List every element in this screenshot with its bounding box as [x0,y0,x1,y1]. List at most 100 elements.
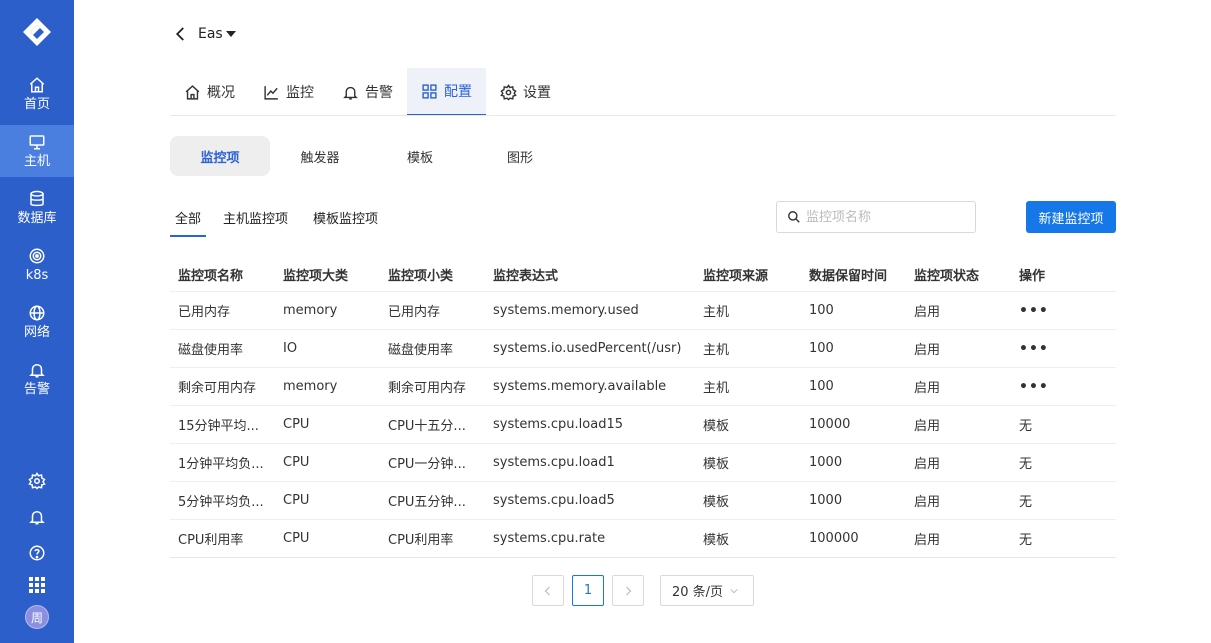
filter-host-items[interactable]: 主机监控项 [223,208,288,235]
bell-icon [29,510,45,525]
more-actions-button[interactable]: ••• [1019,330,1109,367]
filter-all[interactable]: 全部 [170,208,207,237]
item-actions-cell: 无 [1019,533,1033,548]
table-row[interactable]: 已用内存 memory 已用内存 systems.memory.used 主机 100 启用… [170,292,1116,330]
prev-page-button[interactable] [532,575,564,606]
sidebar-item-network[interactable]: 网络 [0,296,74,348]
tab-bar: 概况 监控 告警 配置 设置 [170,68,565,116]
more-actions-button[interactable]: ••• [1019,368,1109,405]
settings-button[interactable] [26,470,48,492]
item-category-cell: CPU [283,531,310,546]
monitor-icon [29,135,45,150]
tab-alerts[interactable]: 告警 [328,68,407,116]
tab-monitor[interactable]: 监控 [249,68,328,116]
item-expression-cell: systems.io.usedPercent(/usr) [493,341,682,356]
search-icon [788,211,800,223]
item-subcategory-cell: 磁盘使用率 [388,343,454,358]
item-subcategory-cell: CPU五分钟... [388,495,466,510]
tab-overview[interactable]: 概况 [170,68,249,116]
item-name-cell: 5分钟平均负... [178,495,264,510]
host-selector[interactable]: Eas [198,26,236,42]
filter-template-items[interactable]: 模板监控项 [313,208,378,235]
notifications-button[interactable] [26,506,48,528]
item-subcategory-cell: 剩余可用内存 [388,381,467,396]
sidebar: 首页 主机 数据库 k8s 网络 告警 周 [0,0,74,643]
item-category-cell: memory [283,303,338,318]
sidebar-item-label: 首页 [23,97,50,112]
apps-button[interactable] [26,574,48,596]
item-subcategory-cell: CPU一分钟... [388,457,466,472]
segment-graphs[interactable]: 图形 [470,136,570,176]
tab-label: 监控 [286,85,314,101]
item-retention-cell: 10000 [809,417,851,432]
page-size-value: 20 条/页 [672,585,724,600]
table-row[interactable]: CPU利用率 CPU CPU利用率 systems.cpu.rate 模板 100000 启… [170,520,1116,558]
item-category-cell: CPU [283,493,310,508]
segment-monitor-items[interactable]: 监控项 [170,136,270,176]
table-row[interactable]: 剩余可用内存 memory 剩余可用内存 systems.memory.availab… [170,368,1116,406]
sidebar-item-alerts[interactable]: 告警 [0,353,74,405]
avatar[interactable]: 周 [25,605,49,629]
column-header: 监控项状态 [914,269,980,284]
more-actions-button[interactable]: ••• [1019,292,1109,329]
tab-settings[interactable]: 设置 [486,68,565,116]
sidebar-item-home[interactable]: 首页 [0,68,74,120]
bell-icon [29,363,45,378]
tab-label: 设置 [523,85,551,101]
new-monitor-item-button[interactable]: 新建监控项 [1026,201,1116,233]
item-name-cell: 1分钟平均负... [178,457,264,472]
item-subcategory-cell: 已用内存 [388,305,441,320]
item-category-cell: memory [283,379,338,394]
item-subcategory-cell: CPU利用率 [388,533,454,548]
grid-icon [422,83,437,99]
column-header: 监控项小类 [388,269,454,284]
chart-line-icon [264,85,278,100]
tab-label: 概况 [207,85,235,101]
search-input[interactable] [806,209,966,225]
sidebar-item-label: k8s [25,268,49,283]
item-actions-cell: 无 [1019,457,1033,472]
gear-icon [500,83,517,101]
item-actions-cell: 无 [1019,495,1033,510]
help-button[interactable] [26,542,48,564]
item-category-cell: IO [283,341,298,356]
next-page-button[interactable] [612,575,644,606]
column-header: 操作 [1019,269,1046,284]
tab-config[interactable]: 配置 [407,68,486,116]
segment-templates[interactable]: 模板 [370,136,470,176]
chevron-right-icon [626,586,632,595]
home-icon [29,77,45,93]
table-row[interactable]: 磁盘使用率 IO 磁盘使用率 systems.io.usedPercent(/usr)… [170,330,1116,368]
item-expression-cell: systems.memory.used [493,303,639,318]
column-header: 监控项来源 [703,269,769,284]
sidebar-item-database[interactable]: 数据库 [0,182,74,234]
tab-label: 配置 [444,84,472,100]
globe-icon [29,305,45,321]
sidebar-item-k8s[interactable]: k8s [0,239,74,291]
tab-divider [170,115,1116,116]
item-retention-cell: 100 [809,379,834,394]
home-icon [185,84,200,100]
table-row[interactable]: 15分钟平均... CPU CPU十五分... systems.cpu.load15 模… [170,406,1116,444]
sidebar-item-host[interactable]: 主机 [0,125,74,177]
item-status-cell: 启用 [914,495,941,510]
item-actions-cell: 无 [1019,419,1033,434]
page-button-current[interactable]: 1 [572,575,604,606]
page-size-select[interactable]: 20 条/页 [660,575,754,606]
item-name-cell: 剩余可用内存 [178,381,257,396]
gear-icon [28,472,46,490]
sidebar-item-label: 主机 [23,154,50,169]
column-header: 数据保留时间 [809,269,888,284]
item-retention-cell: 100000 [809,531,859,546]
column-header: 监控项名称 [178,269,244,284]
table-row[interactable]: 1分钟平均负... CPU CPU一分钟... systems.cpu.load1 模板… [170,444,1116,482]
search-box [776,201,976,233]
item-status-cell: 启用 [914,457,941,472]
back-arrow-icon[interactable] [172,25,190,43]
table-row[interactable]: 5分钟平均负... CPU CPU五分钟... systems.cpu.load5 模板… [170,482,1116,520]
item-name-cell: 15分钟平均... [178,419,259,434]
item-expression-cell: systems.cpu.rate [493,531,606,546]
item-retention-cell: 100 [809,341,834,356]
item-status-cell: 启用 [914,533,941,548]
segment-triggers[interactable]: 触发器 [270,136,370,176]
